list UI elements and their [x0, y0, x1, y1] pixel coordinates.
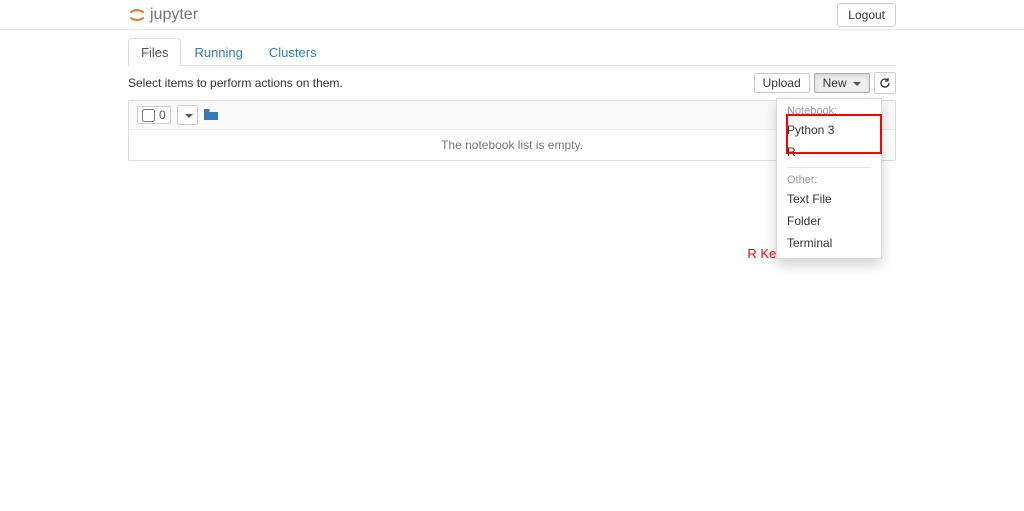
tab-running[interactable]: Running — [181, 38, 255, 66]
dropdown-header-notebook: Notebook: — [777, 103, 881, 119]
caret-down-icon — [853, 82, 861, 86]
dropdown-header-other: Other: — [777, 172, 881, 188]
refresh-icon — [879, 77, 891, 89]
new-button[interactable]: New — [814, 73, 870, 93]
new-dropdown-menu: Notebook: Python 3 R Other: Text File Fo… — [776, 98, 882, 259]
dropdown-divider — [787, 167, 871, 168]
toolbar-row: Select items to perform actions on them.… — [128, 72, 896, 94]
main-container: Files Running Clusters Select items to p… — [128, 38, 896, 161]
menu-item-textfile[interactable]: Text File — [777, 188, 881, 210]
select-all-checkbox[interactable] — [142, 109, 155, 122]
tab-clusters-label: Clusters — [257, 39, 329, 66]
menu-item-folder[interactable]: Folder — [777, 210, 881, 232]
tab-running-label: Running — [182, 39, 254, 66]
action-hint: Select items to perform actions on them. — [128, 76, 343, 90]
upload-button[interactable]: Upload — [754, 73, 810, 93]
menu-item-r[interactable]: R — [777, 141, 881, 163]
selected-count: 0 — [159, 108, 166, 122]
brand-text: jupyter — [150, 6, 198, 24]
new-button-label: New — [823, 76, 847, 90]
tab-clusters[interactable]: Clusters — [256, 38, 330, 66]
logout-button[interactable]: Logout — [837, 3, 896, 27]
folder-icon[interactable] — [204, 109, 218, 121]
refresh-button[interactable] — [874, 72, 896, 94]
selection-dropdown[interactable] — [177, 105, 198, 125]
select-all-group[interactable]: 0 — [137, 106, 171, 124]
menu-item-python3[interactable]: Python 3 — [777, 119, 881, 141]
app-header: jupyter Logout — [0, 0, 1024, 30]
tab-files-label: Files — [129, 39, 180, 66]
jupyter-icon — [128, 6, 146, 24]
menu-item-terminal[interactable]: Terminal — [777, 232, 881, 254]
tab-bar: Files Running Clusters — [128, 38, 896, 66]
tab-files[interactable]: Files — [128, 38, 181, 66]
jupyter-logo[interactable]: jupyter — [128, 6, 198, 24]
caret-down-icon — [185, 114, 193, 118]
